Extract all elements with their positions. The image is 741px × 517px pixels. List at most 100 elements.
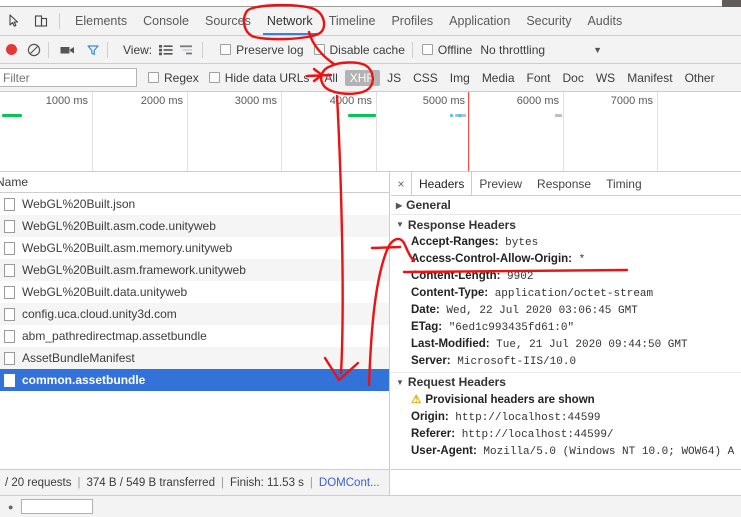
request-list-header[interactable]: Name	[0, 172, 389, 193]
filter-type-js[interactable]: JS	[382, 70, 406, 86]
table-row[interactable]: WebGL%20Built.asm.framework.unityweb	[0, 259, 389, 281]
tab-elements[interactable]: Elements	[67, 7, 135, 35]
disable-cache-box[interactable]	[313, 44, 325, 55]
table-row[interactable]: abm_pathredirectmap.assetbundle	[0, 325, 389, 347]
devtools-tabbar: Elements Console Sources Network Timelin…	[0, 7, 741, 36]
file-icon	[4, 373, 15, 387]
header-row: Accept-Ranges: bytes	[391, 234, 741, 251]
hide-data-urls-box[interactable]	[208, 72, 220, 83]
details-tabbar: × Headers Preview Response Timing	[391, 172, 741, 196]
header-value: application/octet-stream	[488, 288, 654, 300]
offline-checkbox[interactable]: Offline	[421, 42, 473, 57]
filter-type-css[interactable]: CSS	[408, 70, 443, 86]
console-input-box[interactable]	[21, 499, 94, 514]
header-value: *	[572, 254, 586, 266]
filter-type-img[interactable]: Img	[445, 70, 475, 86]
overview-tick-label: 6000 ms	[516, 95, 559, 107]
column-header-name[interactable]: Name	[0, 172, 28, 193]
tab-network[interactable]: Network	[259, 7, 321, 35]
status-domcontentloaded-link[interactable]: DOMCont...	[319, 477, 380, 489]
throttling-select-value[interactable]: No throttling	[480, 43, 545, 57]
table-row[interactable]: AssetBundleManifest	[0, 347, 389, 369]
request-name: abm_pathredirectmap.assetbundle	[22, 329, 207, 343]
close-icon[interactable]: ×	[391, 172, 411, 195]
clear-icon[interactable]	[27, 43, 41, 57]
tab-console[interactable]: Console	[135, 7, 197, 35]
details-tab-timing[interactable]: Timing	[599, 172, 650, 195]
list-view-icon[interactable]	[159, 44, 173, 56]
chevron-down-icon[interactable]: ▼	[396, 378, 404, 387]
offline-label: Offline	[437, 42, 473, 57]
chevron-down-icon[interactable]: ▼	[396, 220, 404, 229]
file-icon	[4, 351, 15, 365]
section-response-headers-title: Response Headers	[407, 217, 516, 232]
inspect-element-icon[interactable]	[4, 10, 26, 32]
filter-type-doc[interactable]: Doc	[558, 70, 589, 86]
table-row[interactable]: common.assetbundle	[0, 369, 389, 391]
filter-type-font[interactable]: Font	[522, 70, 556, 86]
filter-type-manifest[interactable]: Manifest	[622, 70, 677, 86]
header-row: Referer: http://localhost:44599/	[391, 426, 741, 443]
header-name: User-Agent:	[411, 445, 477, 457]
file-icon	[4, 219, 15, 233]
tab-timeline[interactable]: Timeline	[321, 7, 384, 35]
filter-type-media[interactable]: Media	[477, 70, 520, 86]
request-details-pane: × Headers Preview Response Timing ▶ Gene…	[391, 172, 741, 469]
table-row[interactable]: config.uca.cloud.unity3d.com	[0, 303, 389, 325]
offline-box[interactable]	[421, 44, 433, 55]
header-row: User-Agent: Mozilla/5.0 (Windows NT 10.0…	[391, 443, 741, 460]
toolbar-divider-1	[48, 41, 49, 58]
header-name: Content-Type:	[411, 287, 489, 299]
record-button-icon[interactable]	[6, 44, 17, 55]
network-status-bar: / 20 requests | 374 B / 549 B transferre…	[0, 469, 390, 495]
details-tab-headers[interactable]: Headers	[411, 172, 473, 195]
filter-type-other[interactable]: Other	[680, 70, 720, 86]
request-list-pane: Name WebGL%20Built.json WebGL%20Built.asm…	[0, 172, 390, 469]
provisional-headers-warning: ⚠ Provisional headers are shown	[391, 391, 741, 409]
network-overview-timeline[interactable]: 1000 ms 2000 ms 3000 ms 4000 ms 5000 ms 6000 …	[0, 92, 741, 172]
overview-request-bar	[462, 114, 466, 117]
device-toolbar-icon[interactable]	[30, 10, 52, 32]
view-label: View:	[123, 42, 153, 57]
request-name: WebGL%20Built.asm.framework.unityweb	[22, 263, 246, 277]
table-row[interactable]: WebGL%20Built.json	[0, 193, 389, 215]
filter-input[interactable]	[0, 68, 137, 87]
regex-box[interactable]	[148, 72, 159, 83]
chevron-down-icon[interactable]: ▼	[593, 45, 602, 55]
tab-application[interactable]: Application	[441, 7, 518, 35]
filter-type-all[interactable]: All	[319, 70, 342, 86]
tab-sources[interactable]: Sources	[197, 7, 259, 35]
preserve-log-box[interactable]	[220, 44, 232, 55]
details-tab-preview[interactable]: Preview	[472, 172, 530, 195]
overview-request-bar	[555, 114, 562, 117]
hide-data-urls-checkbox[interactable]: Hide data URLs	[208, 71, 309, 85]
filter-funnel-icon[interactable]	[86, 43, 100, 57]
preserve-log-label: Preserve log	[236, 42, 304, 57]
section-request-headers[interactable]: ▼ Request Headers	[391, 372, 741, 391]
tab-profiles[interactable]: Profiles	[383, 7, 441, 35]
details-tab-response[interactable]: Response	[530, 172, 599, 195]
request-name: WebGL%20Built.data.unityweb	[22, 285, 188, 299]
response-headers-list: Accept-Ranges: bytes Access-Control-Allow…	[391, 234, 741, 370]
request-name: common.assetbundle	[22, 373, 146, 387]
filter-type-ws[interactable]: WS	[591, 70, 620, 86]
filter-type-xhr[interactable]: XHR	[344, 69, 381, 86]
preserve-log-checkbox[interactable]: Preserve log	[220, 42, 304, 57]
header-row: Date: Wed, 22 Jul 2020 03:06:45 GMT	[391, 302, 741, 319]
overview-tick-label: 1000 ms	[45, 95, 88, 107]
chevron-right-icon[interactable]: ▶	[396, 201, 402, 210]
table-row[interactable]: WebGL%20Built.asm.memory.unityweb	[0, 237, 389, 259]
overview-tick-label: 2000 ms	[140, 95, 183, 107]
tab-audits[interactable]: Audits	[579, 7, 630, 35]
table-row[interactable]: WebGL%20Built.asm.code.unityweb	[0, 215, 389, 237]
regex-checkbox[interactable]: Regex	[148, 71, 199, 85]
waterfall-view-icon[interactable]	[180, 44, 195, 56]
section-general[interactable]: ▶ General	[391, 196, 741, 215]
warning-icon: ⚠	[411, 394, 422, 406]
section-response-headers[interactable]: ▼ Response Headers	[391, 215, 741, 234]
tab-security[interactable]: Security	[518, 7, 579, 35]
disable-cache-checkbox[interactable]: Disable cache	[313, 43, 405, 57]
table-row[interactable]: WebGL%20Built.data.unityweb	[0, 281, 389, 303]
devtools-window: Elements Console Sources Network Timelin…	[0, 0, 741, 517]
camera-icon[interactable]	[60, 44, 76, 56]
